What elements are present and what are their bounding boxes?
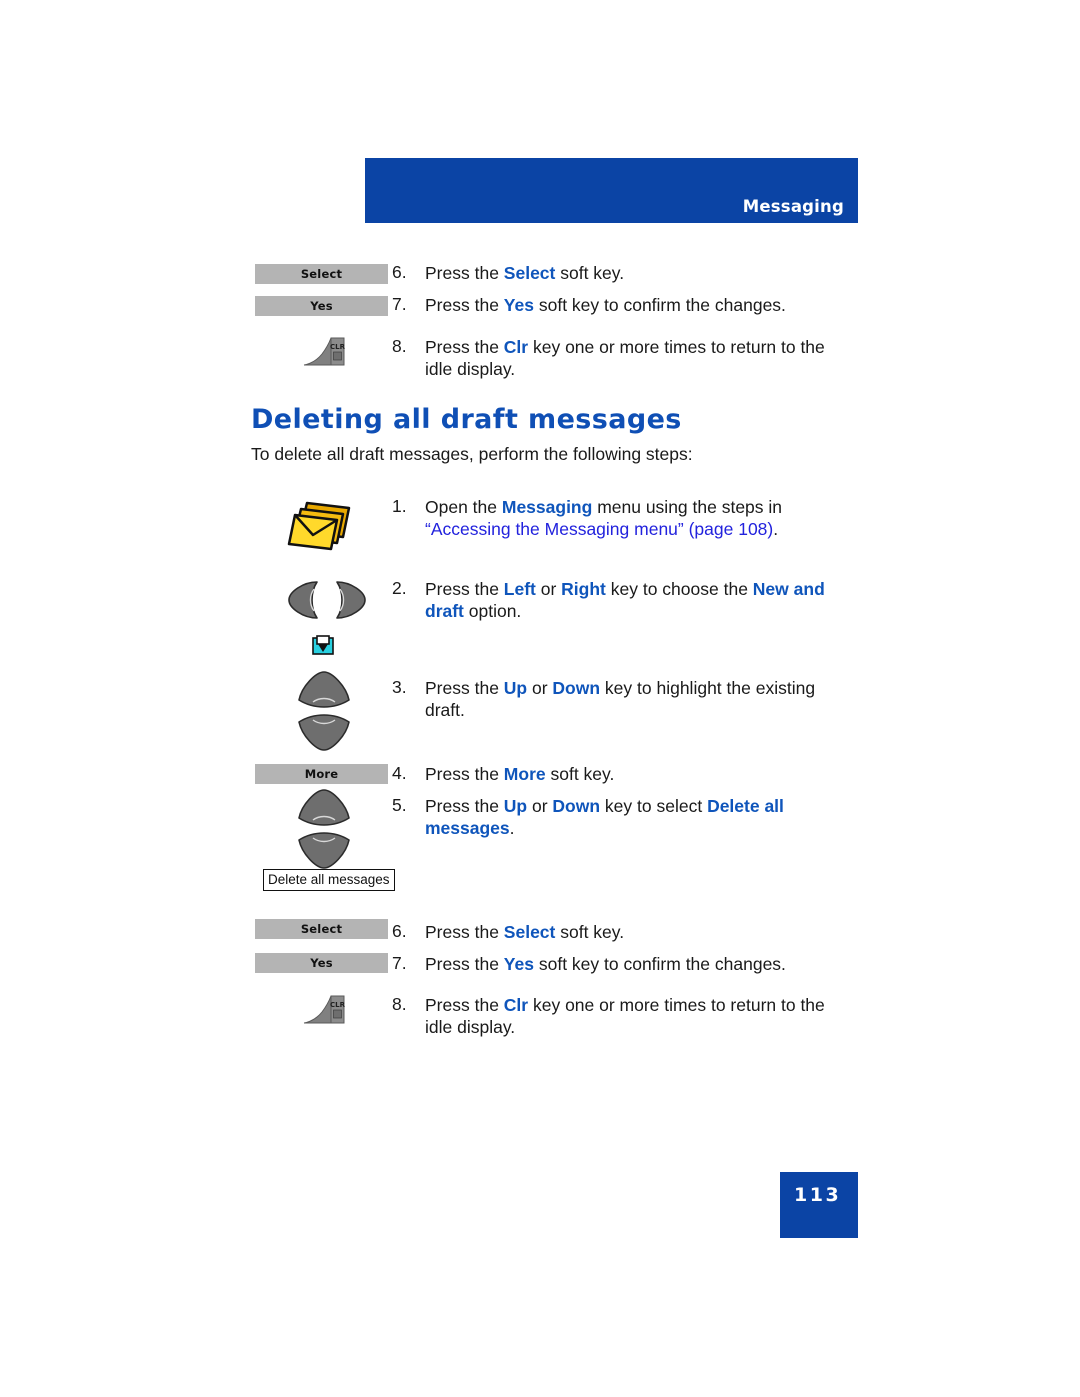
- keyword-emphasis: New and draft: [425, 579, 825, 621]
- step-number: 6.: [392, 262, 407, 282]
- page-number-box: 113: [780, 1172, 858, 1238]
- up-down-nav-keys-icon: [288, 786, 360, 877]
- step-text: Press the Up or Down key to highlight th…: [425, 678, 816, 720]
- step-text: Press the Clr key one or more times to r…: [425, 337, 825, 379]
- keyword-emphasis: Clr: [503, 995, 529, 1015]
- keyword-emphasis: Messaging: [501, 497, 593, 517]
- step-text: Press the More soft key.: [425, 764, 615, 784]
- running-header-bar: Messaging: [365, 158, 858, 223]
- cross-reference-link[interactable]: “Accessing the Messaging menu” (page 108…: [425, 519, 773, 539]
- step-number: 3.: [392, 677, 407, 697]
- keyword-emphasis: Down: [552, 678, 601, 698]
- left-right-nav-keys-icon: [281, 572, 373, 633]
- softkey-select-top[interactable]: Select: [255, 264, 388, 284]
- clr-key-icon: CLR: [300, 992, 350, 1033]
- clr-key-icon: CLR: [300, 334, 350, 375]
- keyword-emphasis: Yes: [503, 295, 534, 315]
- keyword-emphasis: More: [503, 764, 546, 784]
- keyword-emphasis: Delete all messages: [425, 796, 784, 838]
- step-text: Press the Yes soft key to confirm the ch…: [425, 295, 786, 315]
- keyword-emphasis: Down: [552, 796, 601, 816]
- running-header-title: Messaging: [742, 197, 844, 216]
- keyword-emphasis: Up: [503, 796, 528, 816]
- step-text: Press the Clr key one or more times to r…: [425, 995, 825, 1037]
- keyword-emphasis: Clr: [503, 337, 529, 357]
- softkey-select-bottom[interactable]: Select: [255, 919, 388, 939]
- step-number: 8.: [392, 994, 407, 1014]
- keyword-emphasis: Select: [503, 263, 556, 283]
- step-number: 7.: [392, 294, 407, 314]
- step-number: 6.: [392, 921, 407, 941]
- page-title: Deleting all draft messages: [251, 404, 682, 435]
- up-down-nav-keys-icon: [288, 668, 360, 759]
- step-text: Press the Up or Down key to select Delet…: [425, 796, 784, 838]
- step-number: 1.: [392, 496, 407, 516]
- softkey-yes-bottom[interactable]: Yes: [255, 953, 388, 973]
- step-number: 4.: [392, 763, 407, 783]
- step-text: Press the Left or Right key to choose th…: [425, 579, 825, 621]
- keyword-emphasis: Left: [503, 579, 536, 599]
- svg-text:CLR: CLR: [330, 343, 346, 351]
- keyword-emphasis: Up: [503, 678, 528, 698]
- messages-envelopes-icon: [287, 497, 355, 558]
- softkey-yes-top[interactable]: Yes: [255, 296, 388, 316]
- step-text: Open the Messaging menu using the steps …: [425, 497, 783, 539]
- softkey-more[interactable]: More: [255, 764, 388, 784]
- menu-item-delete-all-messages[interactable]: Delete all messages: [263, 869, 395, 891]
- step-text: Press the Select soft key.: [425, 922, 625, 942]
- step-number: 5.: [392, 795, 407, 815]
- document-page: Messaging Select 6. Press the Select sof…: [0, 0, 1080, 1397]
- keyword-emphasis: Select: [503, 922, 556, 942]
- keyword-emphasis: Yes: [503, 954, 534, 974]
- step-number: 2.: [392, 578, 407, 598]
- keyword-emphasis: Right: [561, 579, 606, 599]
- step-text: Press the Select soft key.: [425, 263, 625, 283]
- svg-text:CLR: CLR: [330, 1001, 346, 1009]
- page-number: 113: [794, 1184, 842, 1206]
- step-number: 7.: [392, 953, 407, 973]
- section-intro-text: To delete all draft messages, perform th…: [251, 444, 693, 464]
- step-text: Press the Yes soft key to confirm the ch…: [425, 954, 786, 974]
- inbox-message-icon: [310, 634, 336, 663]
- step-number: 8.: [392, 336, 407, 356]
